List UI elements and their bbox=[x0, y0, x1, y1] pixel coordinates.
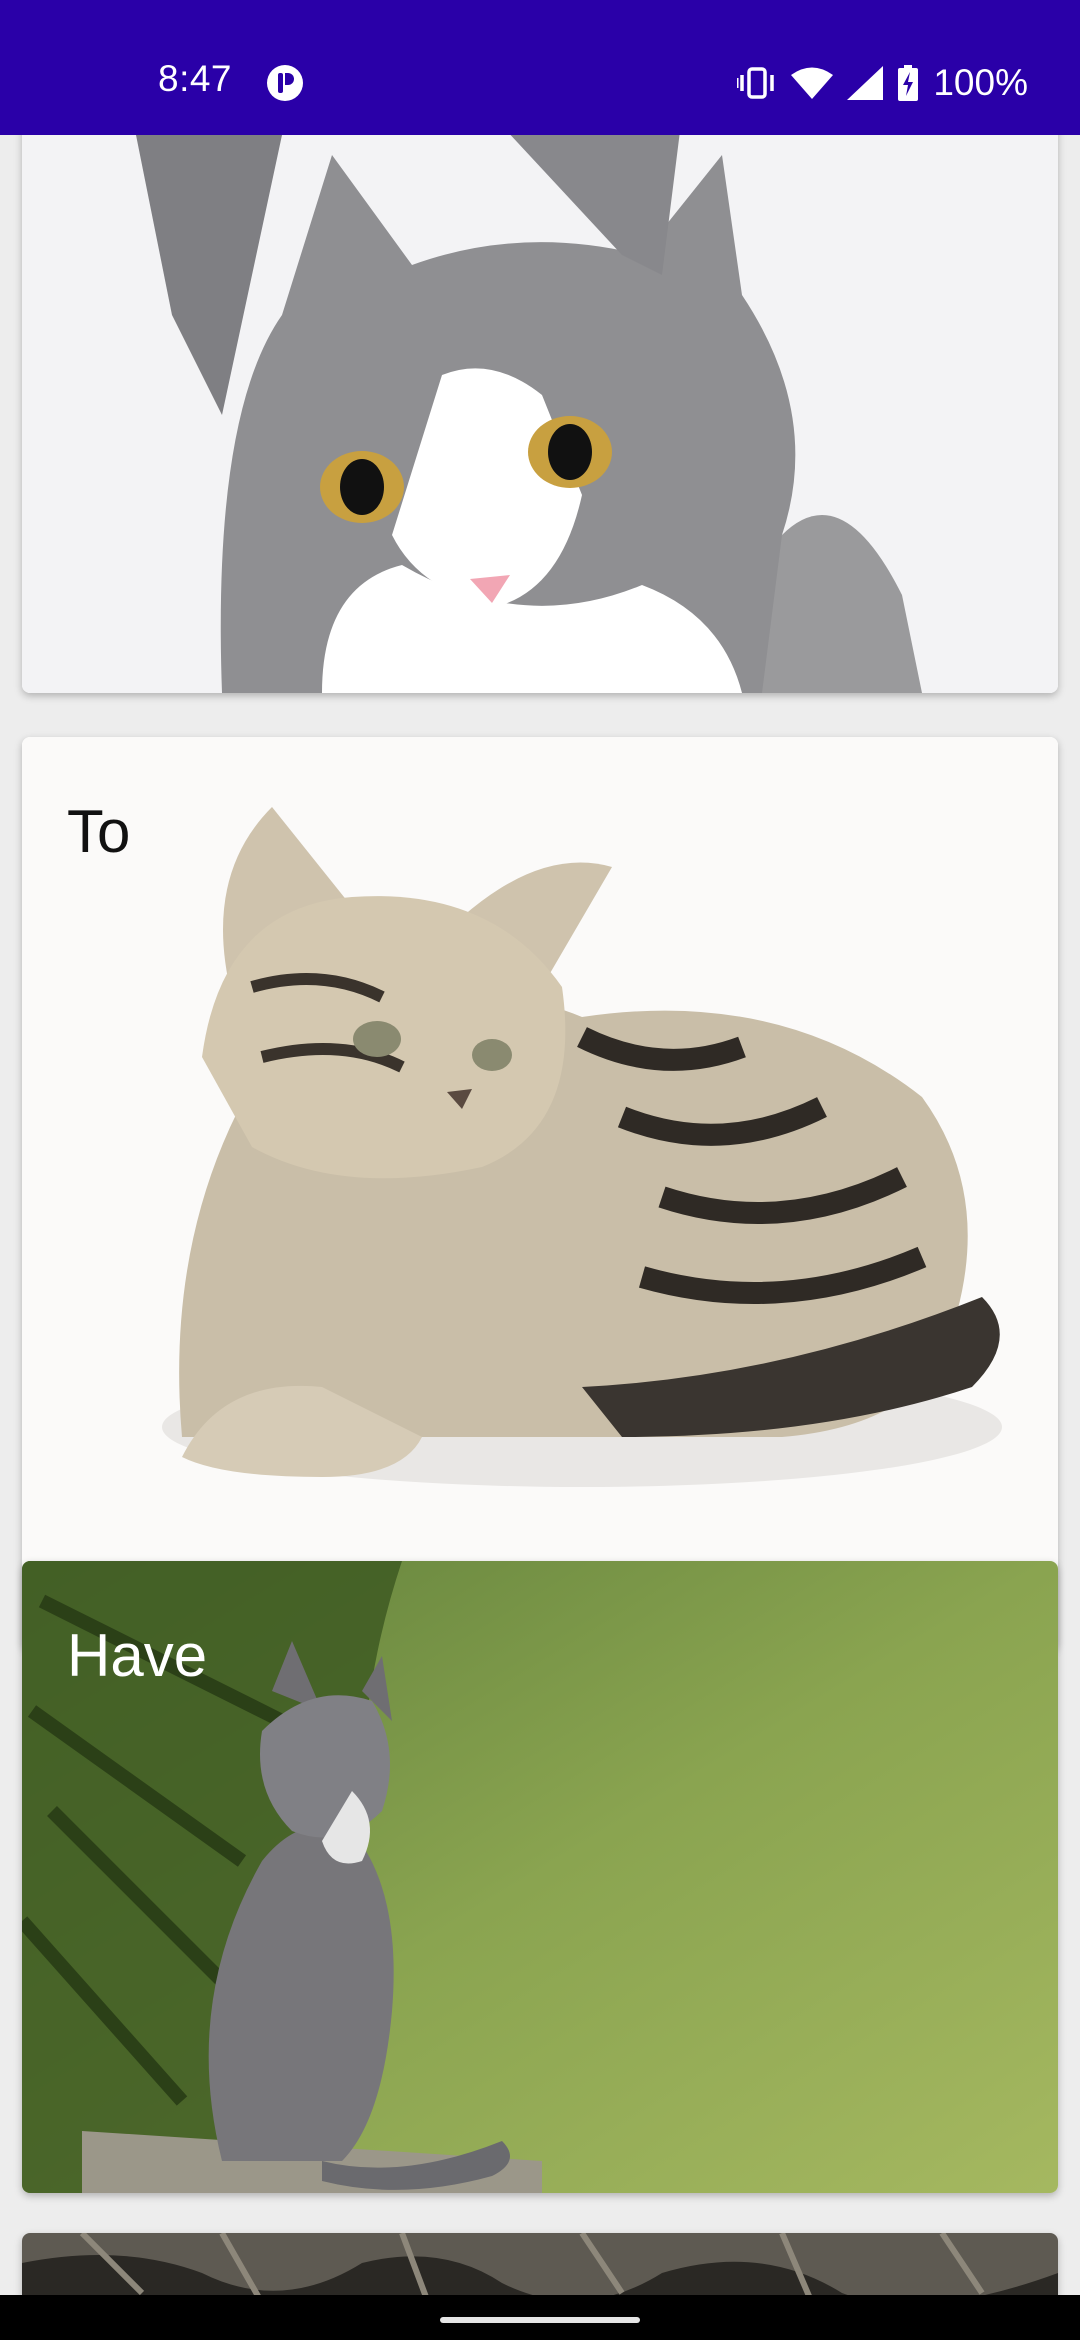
cat-closeup-photo bbox=[22, 2233, 1058, 2295]
image-feed[interactable]: To Have bbox=[0, 135, 1080, 2295]
wifi-icon bbox=[791, 67, 834, 99]
status-time: 8:47 bbox=[158, 58, 233, 99]
tabby-kitten-lying-photo bbox=[22, 737, 1058, 1649]
gray-white-cat-photo bbox=[22, 135, 1058, 693]
battery-charging-icon bbox=[898, 65, 919, 101]
cell-signal-icon bbox=[847, 66, 884, 100]
feed-card[interactable]: Have bbox=[22, 1561, 1058, 2193]
status-bar: 8:47 100% bbox=[0, 0, 1080, 135]
card-caption: To bbox=[67, 798, 131, 865]
card-caption: Have bbox=[67, 1622, 208, 1689]
feed-card[interactable]: To bbox=[22, 737, 1058, 1649]
status-icons: 100% bbox=[737, 62, 1028, 104]
app-badge-icon bbox=[267, 65, 303, 101]
navigation-bar bbox=[0, 2295, 1080, 2340]
feed-card[interactable] bbox=[22, 2233, 1058, 2295]
vibrate-icon bbox=[737, 67, 775, 99]
home-gesture-handle[interactable] bbox=[440, 2317, 640, 2323]
feed-card[interactable] bbox=[22, 135, 1058, 693]
battery-percent: 100% bbox=[933, 62, 1028, 103]
